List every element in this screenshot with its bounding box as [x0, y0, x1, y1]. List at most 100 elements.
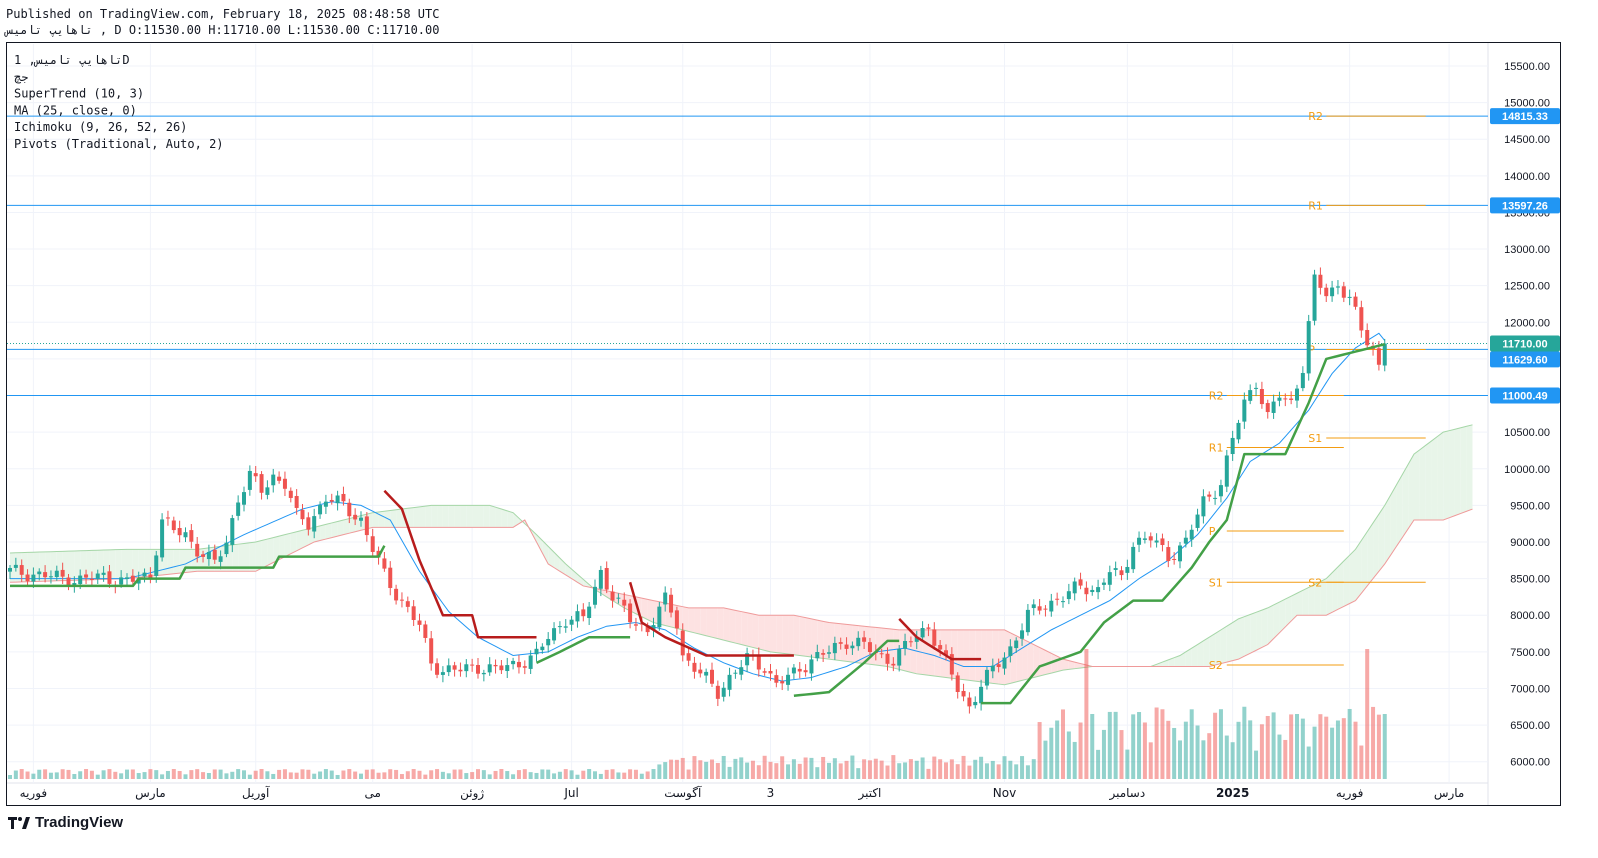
candle[interactable]	[411, 600, 416, 627]
candle[interactable]	[1078, 572, 1083, 590]
legend-item[interactable]: Pivots (Traditional, Auto, 2)	[14, 137, 224, 151]
candle[interactable]	[417, 613, 422, 632]
candle[interactable]	[476, 657, 480, 679]
candle[interactable]	[1218, 479, 1223, 503]
candle[interactable]	[429, 631, 434, 671]
candle[interactable]	[973, 696, 978, 709]
candle[interactable]	[487, 657, 492, 676]
legend-item[interactable]: تاهایپ تامیس, 1D	[14, 53, 130, 67]
candle[interactable]	[1066, 583, 1071, 605]
candle[interactable]	[277, 471, 282, 484]
candle[interactable]	[803, 664, 808, 677]
candle[interactable]	[1335, 280, 1340, 295]
candle[interactable]	[177, 520, 182, 543]
candle[interactable]	[1090, 585, 1095, 596]
candle[interactable]	[686, 648, 691, 667]
candle[interactable]	[633, 617, 638, 631]
candle[interactable]	[405, 596, 410, 613]
candle[interactable]	[587, 602, 592, 626]
candle[interactable]	[1084, 581, 1089, 602]
candle[interactable]	[786, 667, 791, 691]
candle[interactable]	[236, 495, 241, 521]
candle[interactable]	[335, 490, 340, 511]
candle[interactable]	[329, 493, 334, 505]
candle[interactable]	[1312, 269, 1317, 326]
candle[interactable]	[1183, 530, 1188, 548]
candle[interactable]	[1242, 392, 1247, 429]
candle[interactable]	[1365, 323, 1370, 350]
candle[interactable]	[967, 692, 972, 714]
candle[interactable]	[364, 512, 369, 542]
candle[interactable]	[183, 527, 188, 542]
price-chart[interactable]: R2R1PS1S2R2R1PS1S215500.0015000.0014500.…	[0, 0, 1598, 858]
candle[interactable]	[446, 658, 451, 677]
candle[interactable]	[961, 683, 966, 702]
candle[interactable]	[1359, 300, 1364, 338]
candle[interactable]	[189, 524, 194, 549]
candle[interactable]	[282, 471, 287, 497]
candle[interactable]	[423, 620, 428, 643]
candle[interactable]	[1113, 561, 1118, 577]
candle[interactable]	[1195, 508, 1200, 532]
candle[interactable]	[464, 659, 469, 678]
candle[interactable]	[932, 622, 937, 650]
candle[interactable]	[382, 552, 387, 572]
candle[interactable]	[581, 603, 586, 622]
candle[interactable]	[1213, 490, 1218, 505]
candle[interactable]	[1166, 540, 1171, 568]
candle[interactable]	[1131, 542, 1136, 573]
candle[interactable]	[1160, 533, 1165, 552]
candle[interactable]	[1330, 280, 1335, 302]
candle[interactable]	[610, 585, 615, 608]
candle[interactable]	[259, 471, 264, 500]
candle[interactable]	[1259, 381, 1264, 409]
candle[interactable]	[1295, 384, 1299, 408]
candle[interactable]	[739, 660, 744, 681]
candle[interactable]	[1137, 531, 1142, 553]
candle[interactable]	[563, 619, 568, 633]
candle[interactable]	[1341, 281, 1346, 303]
candle[interactable]	[470, 658, 475, 672]
candle[interactable]	[721, 682, 726, 702]
candle[interactable]	[399, 592, 404, 608]
candle[interactable]	[1248, 384, 1253, 405]
candle[interactable]	[458, 662, 463, 677]
candle[interactable]	[710, 662, 714, 688]
candle[interactable]	[435, 658, 440, 679]
legend-item[interactable]: MA (25, close, 0)	[14, 103, 137, 117]
candle[interactable]	[557, 621, 562, 634]
candle[interactable]	[1318, 267, 1323, 295]
candle[interactable]	[288, 487, 293, 503]
candle[interactable]	[516, 654, 521, 674]
candle[interactable]	[1096, 579, 1101, 600]
candle[interactable]	[1025, 604, 1030, 636]
candle[interactable]	[1254, 382, 1259, 397]
price-axis[interactable]: 15500.0015000.0014500.0014000.0013500.00…	[1490, 61, 1560, 769]
candle[interactable]	[674, 606, 679, 635]
candle[interactable]	[511, 657, 516, 670]
candle[interactable]	[505, 657, 510, 679]
candle[interactable]	[1271, 394, 1276, 419]
candle[interactable]	[1148, 532, 1153, 548]
candle[interactable]	[546, 632, 551, 653]
candle[interactable]	[762, 668, 767, 676]
candle[interactable]	[522, 660, 527, 675]
candle[interactable]	[1125, 559, 1130, 580]
candle[interactable]	[1061, 596, 1065, 608]
candle[interactable]	[452, 661, 457, 677]
candle[interactable]	[171, 516, 176, 534]
candle[interactable]	[1207, 491, 1212, 502]
candle[interactable]	[593, 579, 597, 609]
candle[interactable]	[1230, 430, 1235, 461]
candle[interactable]	[1072, 577, 1077, 601]
candle[interactable]	[1347, 289, 1352, 306]
candle[interactable]	[715, 680, 720, 707]
candle[interactable]	[247, 465, 252, 496]
candle[interactable]	[300, 503, 305, 525]
legend-item[interactable]: Ichimoku (9, 26, 52, 26)	[14, 120, 187, 134]
candle[interactable]	[1154, 533, 1159, 548]
tradingview-logo[interactable]: TradingView	[8, 814, 123, 831]
candle[interactable]	[791, 664, 796, 680]
candle[interactable]	[265, 480, 270, 500]
candle[interactable]	[1265, 399, 1270, 419]
